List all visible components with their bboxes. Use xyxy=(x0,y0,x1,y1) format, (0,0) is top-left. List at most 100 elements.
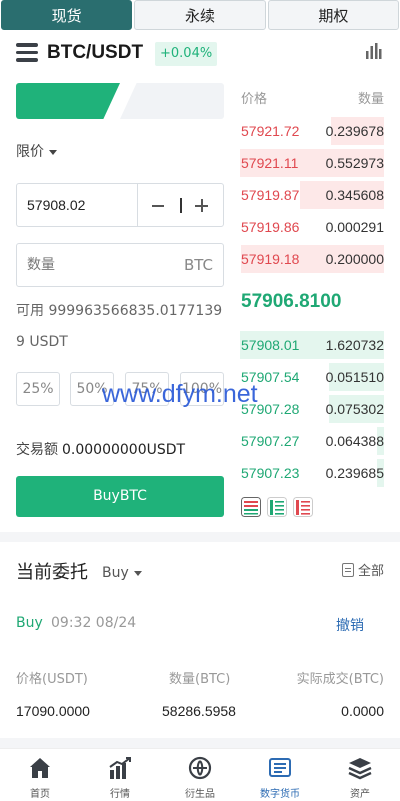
col-header-price: 价格(USDT) xyxy=(16,672,88,687)
orders-filter-label: Buy xyxy=(102,565,129,581)
order-type-select[interactable]: 限价 xyxy=(16,141,57,161)
nav-derivatives[interactable]: 衍生品 xyxy=(160,749,240,801)
pair-change-badge: +0.04% xyxy=(155,42,218,66)
nav-home[interactable]: 首页 xyxy=(0,749,80,801)
available-balance: 可用 999963566835.01771399 USDT xyxy=(16,303,223,350)
order-type-label: 限价 xyxy=(16,144,44,160)
nav-spot[interactable]: 数字货币 xyxy=(240,749,320,801)
tab-perpetual[interactable]: 永续 xyxy=(134,0,266,30)
ask-quantity: 0.552973 xyxy=(325,155,384,171)
nav-assets[interactable]: 资产 xyxy=(320,749,400,801)
nav-market[interactable]: 行情 xyxy=(80,749,160,801)
nav-spot-label: 数字货币 xyxy=(260,789,300,800)
col-header-amount: 数量(BTC) xyxy=(169,672,231,687)
quantity-field[interactable]: 数量 BTC xyxy=(16,243,224,287)
orderbook-header: 价格 数量 xyxy=(241,88,384,107)
bid-price: 57907.54 xyxy=(241,369,300,385)
orderbook-qty-header: 数量 xyxy=(357,92,384,107)
buy-button[interactable]: BuyBTC xyxy=(16,476,224,517)
market-type-tabs: 现货 永续 期权 xyxy=(0,0,400,31)
orders-all-label: 全部 xyxy=(357,564,384,579)
nav-home-label: 首页 xyxy=(30,789,50,800)
order-side: Buy xyxy=(16,615,43,631)
bid-quantity: 1.620732 xyxy=(325,337,384,353)
ask-price: 57919.87 xyxy=(241,187,300,203)
pair-name[interactable]: BTC/USDT xyxy=(47,42,143,64)
order-amount-value: 58286.5958 xyxy=(162,703,236,719)
bid-row[interactable]: 57908.01 1.620732 xyxy=(240,331,384,359)
home-icon xyxy=(30,758,50,778)
orderbook-price-header: 价格 xyxy=(241,92,268,107)
document-icon xyxy=(341,562,354,577)
menu-icon[interactable] xyxy=(16,43,38,65)
bid-row[interactable]: 57907.23 0.239685 xyxy=(240,459,384,487)
orders-all-button[interactable]: 全部 xyxy=(341,560,384,579)
bid-row[interactable]: 57907.28 0.075302 xyxy=(240,395,384,423)
buy-toggle[interactable] xyxy=(16,83,120,119)
bid-price: 57907.28 xyxy=(241,401,300,417)
spot-trade-icon xyxy=(269,758,291,777)
ask-price: 57919.18 xyxy=(241,251,300,267)
ask-row[interactable]: 57919.87 0.345608 xyxy=(240,181,384,209)
quantity-unit: BTC xyxy=(183,256,213,274)
bid-price: 57907.27 xyxy=(241,433,300,449)
ask-row[interactable]: 57919.86 0.000291 xyxy=(240,213,384,241)
percent-selector: 25% 50% 75% 100% xyxy=(16,372,226,406)
tab-options[interactable]: 期权 xyxy=(267,0,399,30)
ask-row[interactable]: 57921.72 0.239678 xyxy=(240,117,384,145)
price-field[interactable]: 57908.02 xyxy=(16,183,224,227)
kline-chart-icon[interactable] xyxy=(364,42,382,60)
bid-quantity: 0.239685 xyxy=(325,465,384,481)
depth-bids-icon[interactable] xyxy=(267,497,287,517)
nav-assets-label: 资产 xyxy=(350,789,370,800)
tab-spot[interactable]: 现货 xyxy=(1,0,133,30)
ask-price: 57921.11 xyxy=(241,155,299,171)
chevron-down-icon xyxy=(49,149,57,155)
ask-price: 57919.86 xyxy=(241,219,300,235)
ask-quantity: 0.345608 xyxy=(325,187,384,203)
depth-asks-icon[interactable] xyxy=(293,497,313,517)
order-price-value: 17090.0000 xyxy=(16,703,90,719)
price-divider xyxy=(137,184,138,226)
sell-toggle[interactable] xyxy=(120,83,224,119)
depth-both-icon[interactable] xyxy=(241,497,261,517)
bid-row[interactable]: 57907.27 0.064388 xyxy=(240,427,384,455)
bid-price: 57907.23 xyxy=(241,465,300,481)
quantity-placeholder[interactable]: 数量 xyxy=(27,244,55,286)
nav-market-label: 行情 xyxy=(110,789,130,800)
ask-quantity: 0.000291 xyxy=(325,219,384,235)
section-divider xyxy=(0,532,400,542)
ask-quantity: 0.239678 xyxy=(325,123,384,139)
orders-side-filter[interactable]: Buy xyxy=(102,565,142,581)
order-time: 09:32 08/24 xyxy=(51,615,137,631)
assets-stack-icon xyxy=(348,758,372,780)
turnover-label: 交易额 xyxy=(16,442,58,458)
pair-header: BTC/USDT +0.04% xyxy=(0,36,400,76)
col-header-filled: 实际成交(BTC) xyxy=(296,672,384,687)
nav-derivatives-label: 衍生品 xyxy=(185,789,215,800)
price-input[interactable]: 57908.02 xyxy=(27,184,85,226)
cancel-order-button[interactable]: 撤销 xyxy=(336,615,364,635)
chevron-down-icon xyxy=(133,570,142,576)
bid-quantity: 0.051510 xyxy=(325,369,384,385)
bid-row[interactable]: 57907.54 0.051510 xyxy=(240,363,384,391)
bid-quantity: 0.064388 xyxy=(325,433,384,449)
text-cursor xyxy=(180,198,182,213)
plus-icon[interactable] xyxy=(194,195,210,215)
depth-mode-toggle xyxy=(241,497,313,517)
turnover-value: 0.00000000USDT xyxy=(62,442,186,458)
minus-icon[interactable] xyxy=(151,195,167,215)
ask-quantity: 0.200000 xyxy=(325,251,384,267)
percent-25-button[interactable]: 25% xyxy=(16,372,60,406)
turnover: 交易额 0.00000000USDT xyxy=(16,439,185,459)
last-price: 57906.8100 xyxy=(241,291,342,312)
ask-row[interactable]: 57921.11 0.552973 xyxy=(240,149,384,177)
percent-100-button[interactable]: 100% xyxy=(180,372,224,406)
percent-75-button[interactable]: 75% xyxy=(125,372,169,406)
section-divider xyxy=(0,738,400,748)
bottom-nav: 首页 行情 衍生品 数字货币 资产 xyxy=(0,748,400,800)
bid-quantity: 0.075302 xyxy=(325,401,384,417)
ask-row[interactable]: 57919.18 0.200000 xyxy=(240,245,384,273)
ask-price: 57921.72 xyxy=(241,123,300,139)
percent-50-button[interactable]: 50% xyxy=(70,372,114,406)
